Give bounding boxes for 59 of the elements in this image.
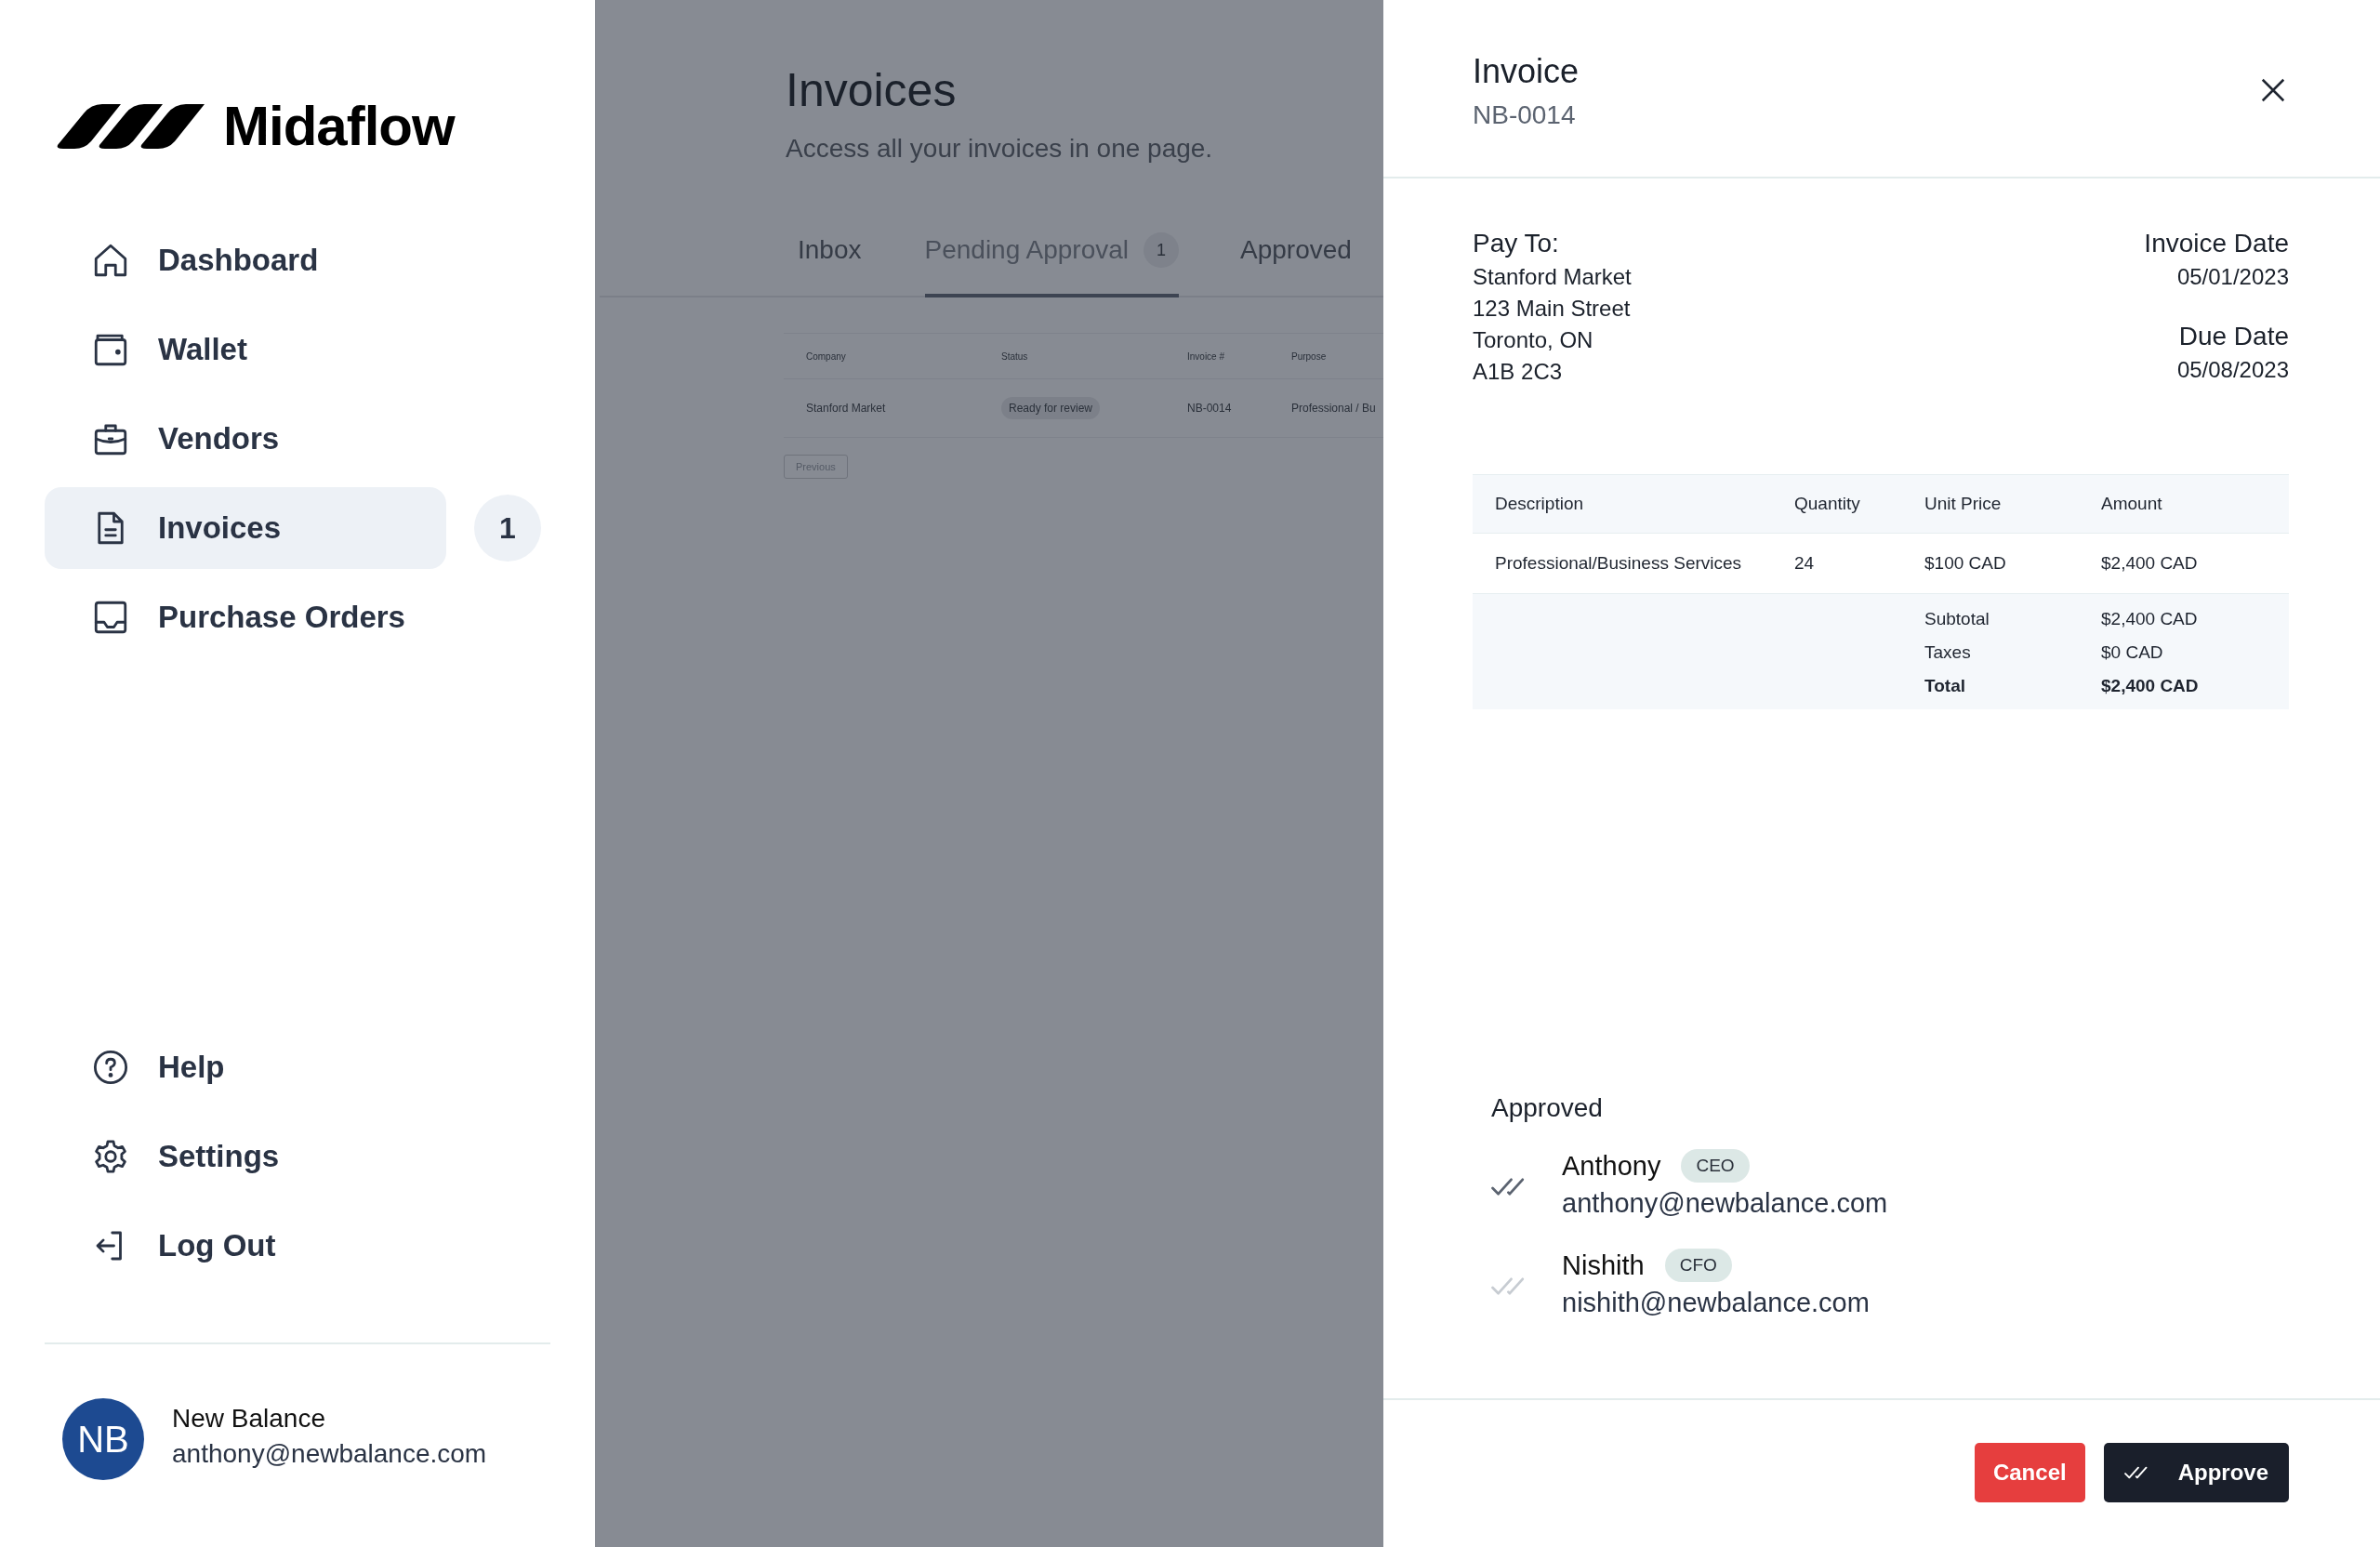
table-cell-text: $2,400 CAD [2101, 553, 2199, 574]
summary-value: $2,400 CAD [2101, 676, 2200, 696]
help-icon [91, 1048, 130, 1087]
count-badge: 1 [474, 495, 541, 562]
column-header: Unit Price [1924, 494, 2003, 514]
nav-item[interactable]: Settings [45, 1116, 446, 1197]
approvals-title: Approved [1491, 1093, 1604, 1123]
table-cell-text: Stanford Market [805, 402, 887, 415]
page-title: Invoices [786, 63, 958, 117]
nav-item[interactable]: Wallet [45, 309, 446, 390]
summary-label: Total [1924, 676, 1966, 696]
column-header: Description [1494, 494, 1585, 514]
column-header: Invoice # [1187, 350, 1226, 362]
nav-item[interactable]: Log Out [45, 1205, 446, 1287]
close-icon[interactable] [2259, 76, 2287, 104]
approver-email: nishith@newbalance.com [1562, 1288, 1870, 1318]
address-line: Stanford Market [1473, 264, 1632, 290]
column-header: Amount [2101, 494, 2163, 514]
nav-item[interactable]: Vendors [45, 398, 446, 480]
address-line: Toronto, ON [1473, 327, 1594, 353]
status-badge: Ready for review [1001, 397, 1101, 419]
table-cell-text: $100 CAD [1924, 553, 2007, 574]
panel-title: Invoice [1473, 52, 1580, 91]
address-line: 123 Main Street [1473, 296, 1632, 322]
table-cell-text: NB-0014 [1187, 402, 1233, 415]
table-cell: Professional / Bu [1291, 402, 1376, 415]
date-label: Invoice Date [2144, 229, 2289, 258]
summary-label: Subtotal [1924, 609, 1990, 629]
table-cell-text: 24 [1794, 553, 1816, 574]
invoice-number: NB-0014 [1473, 100, 1577, 130]
nav-item[interactable]: Help [45, 1026, 446, 1108]
column-header: Quantity [1794, 494, 1861, 514]
page-subtitle: Access all your invoices in one page. [786, 134, 1214, 164]
cancel-button[interactable]: Cancel [1974, 1443, 2085, 1502]
approver-name: Anthony [1562, 1150, 1661, 1182]
date-value: 05/08/2023 [2176, 357, 2289, 383]
summary-value: $2,400 CAD [2101, 609, 2199, 629]
role-badge: CFO [1664, 1249, 1732, 1282]
date-value: 05/01/2023 [2176, 264, 2289, 290]
column-header: Purpose [1291, 350, 1327, 362]
approve-button[interactable]: Approve [2103, 1443, 2289, 1502]
approver-name: Nishith [1562, 1250, 1645, 1281]
column-header: Company [805, 350, 847, 362]
summary-value: $0 CAD [2101, 642, 2164, 663]
profile-email: anthony@newbalance.com [172, 1439, 487, 1469]
column-header: Status [1001, 350, 1029, 362]
logo-text: Midaflow [223, 93, 455, 158]
date-label: Due Date [2178, 322, 2289, 351]
profile-name: New Balance [172, 1404, 326, 1434]
table-cell-text: Professional/Business Services [1494, 553, 1743, 574]
nav-item[interactable]: Invoices [45, 487, 446, 569]
address-line: A1B 2C3 [1473, 359, 1564, 385]
role-badge: CEO [1681, 1149, 1750, 1183]
pay-to-label: Pay To: [1473, 229, 1560, 258]
avatar: NB [62, 1398, 144, 1480]
approver-email: anthony@newbalance.com [1562, 1188, 1888, 1219]
summary-label: Taxes [1924, 642, 1972, 663]
nav-item[interactable]: Dashboard [45, 219, 446, 301]
nav-item[interactable]: Purchase Orders [45, 576, 446, 658]
